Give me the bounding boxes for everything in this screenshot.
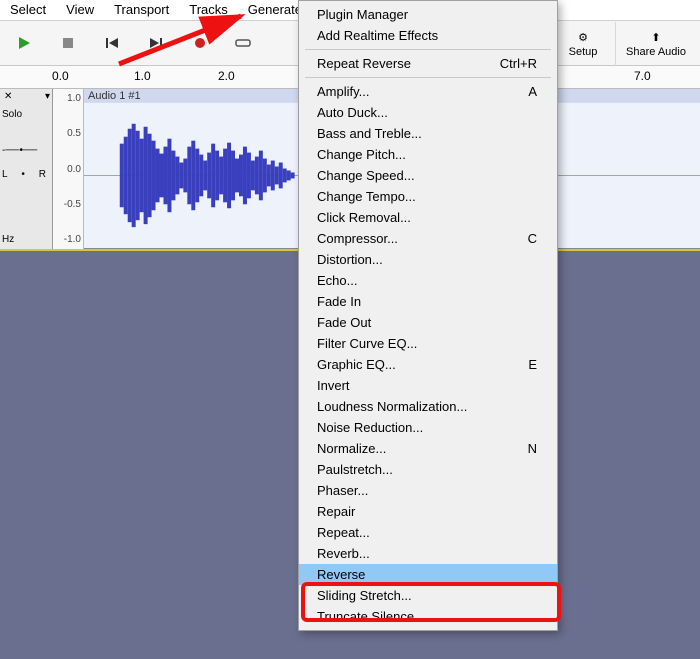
effect-auto-duck[interactable]: Auto Duck... [299,102,557,123]
menu-select[interactable]: Select [0,0,56,20]
loop-button[interactable] [224,25,264,61]
effect-filter-curve-eq[interactable]: Filter Curve EQ... [299,333,557,354]
effect-repeat-last[interactable]: Repeat ReverseCtrl+R [299,53,557,74]
rate-label: Hz [2,234,14,245]
effect-change-tempo[interactable]: Change Tempo... [299,186,557,207]
effect-loudness-normalization[interactable]: Loudness Normalization... [299,396,557,417]
menu-separator [305,49,551,50]
gain-slider[interactable]: -──•── [2,145,46,156]
effect-repeat[interactable]: Repeat... [299,522,557,543]
effect-fade-in[interactable]: Fade In [299,291,557,312]
effect-distortion[interactable]: Distortion... [299,249,557,270]
effect-phaser[interactable]: Phaser... [299,480,557,501]
clip-title: Audio 1 #1 [88,90,141,102]
menu-tracks[interactable]: Tracks [179,0,238,20]
effect-noise-reduction[interactable]: Noise Reduction... [299,417,557,438]
track-control-panel[interactable]: ✕ ▾ Solo -──•── L•R Hz [0,89,53,249]
effect-change-speed[interactable]: Change Speed... [299,165,557,186]
close-track-icon[interactable]: ✕ [4,92,14,102]
gear-icon: ⚙ [578,31,588,44]
effect-change-pitch[interactable]: Change Pitch... [299,144,557,165]
menu-view[interactable]: View [56,0,104,20]
effect-bass-and-treble[interactable]: Bass and Treble... [299,123,557,144]
skip-start-button[interactable] [92,25,132,61]
effect-repair[interactable]: Repair [299,501,557,522]
effect-compressor[interactable]: Compressor...C [299,228,557,249]
effect-invert[interactable]: Invert [299,375,557,396]
tick: 7.0 [634,69,651,83]
effect-reverse[interactable]: Reverse [299,564,557,585]
track-dropdown-icon[interactable]: ▾ [45,91,50,102]
play-button[interactable] [4,25,44,61]
solo-button[interactable]: Solo [2,109,22,120]
effect-fade-out[interactable]: Fade Out [299,312,557,333]
tick: 1.0 [134,69,151,83]
effect-click-removal[interactable]: Click Removal... [299,207,557,228]
effect-amplify[interactable]: Amplify...A [299,81,557,102]
record-button[interactable] [180,25,220,61]
share-audio-button[interactable]: ⬆ Share Audio [615,22,696,66]
stop-button[interactable] [48,25,88,61]
effect-graphic-eq[interactable]: Graphic EQ...E [299,354,557,375]
effect-paulstretch[interactable]: Paulstretch... [299,459,557,480]
skip-end-button[interactable] [136,25,176,61]
effect-plugin-manager[interactable]: Plugin Manager [299,4,557,25]
effect-normalize[interactable]: Normalize...N [299,438,557,459]
pan-slider[interactable]: L•R [2,169,46,180]
effect-sliding-stretch[interactable]: Sliding Stretch... [299,585,557,606]
effect-truncate-silence[interactable]: Truncate Silence... [299,606,557,627]
tick: 0.0 [52,69,69,83]
effect-dropdown: Plugin Manager Add Realtime Effects Repe… [298,0,558,631]
upload-icon: ⬆ [651,31,660,44]
menu-separator [305,77,551,78]
effect-echo[interactable]: Echo... [299,270,557,291]
effect-add-realtime[interactable]: Add Realtime Effects [299,25,557,46]
right-toolbar: ⚙ Setup ⬆ Share Audio [552,22,696,66]
amplitude-scale: 1.0 0.5 0.0 -0.5 -1.0 [53,89,84,249]
effect-reverb[interactable]: Reverb... [299,543,557,564]
menu-transport[interactable]: Transport [104,0,179,20]
tick: 2.0 [218,69,235,83]
setup-button[interactable]: ⚙ Setup [552,22,613,66]
